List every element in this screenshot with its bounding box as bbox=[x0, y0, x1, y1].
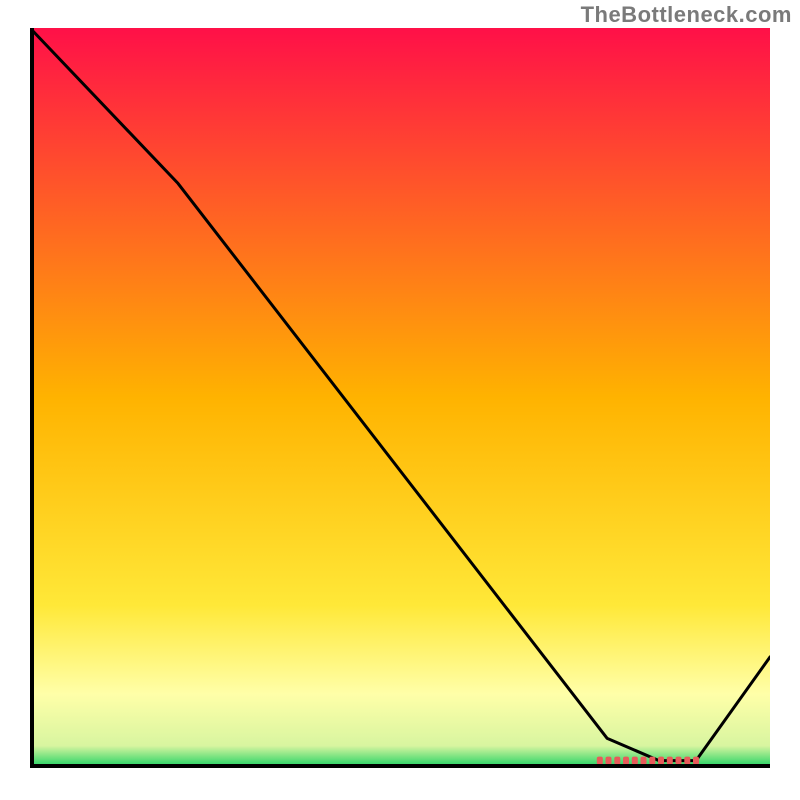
optimal-marker-dot bbox=[649, 757, 655, 765]
optimal-marker-dot bbox=[623, 757, 629, 765]
optimal-marker-dot bbox=[597, 757, 603, 765]
optimal-marker-dot bbox=[676, 757, 682, 765]
optimal-marker-dot bbox=[684, 757, 690, 765]
chart-svg bbox=[30, 28, 770, 768]
optimal-marker-dot bbox=[614, 757, 620, 765]
optimal-marker-dot bbox=[641, 757, 647, 765]
chart-plot bbox=[30, 28, 770, 768]
optimal-marker-dot bbox=[632, 757, 638, 765]
chart-background bbox=[30, 28, 770, 768]
optimal-marker-dot bbox=[606, 757, 612, 765]
chart-page: TheBottleneck.com bbox=[0, 0, 800, 800]
optimal-marker-dot bbox=[667, 757, 673, 765]
optimal-marker-dot bbox=[693, 757, 699, 765]
optimal-marker-dot bbox=[658, 757, 664, 765]
watermark-text: TheBottleneck.com bbox=[581, 2, 792, 28]
